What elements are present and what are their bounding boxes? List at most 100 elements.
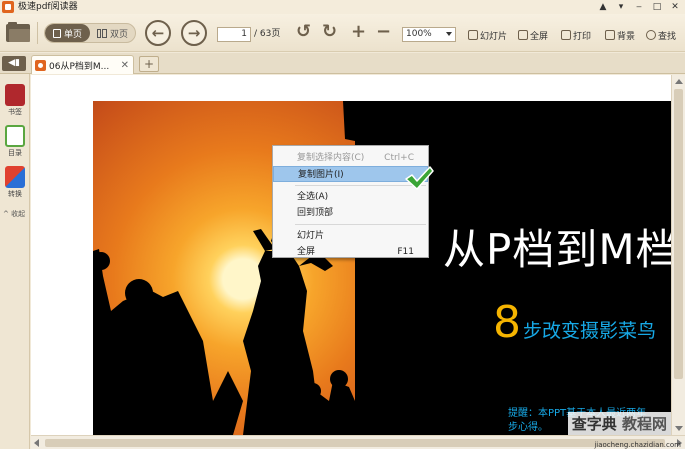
- slideshow-label: 幻灯片: [480, 31, 508, 42]
- zoom-in-icon[interactable]: +: [351, 22, 366, 42]
- printer-icon: [561, 30, 571, 40]
- horizontal-scrollbar[interactable]: jiaocheng.chazidian.com: [31, 435, 685, 449]
- context-menu: 复制选择内容(C) Ctrl+C 复制图片(I) 全选(A) 回到顶部 幻灯片 …: [272, 145, 429, 258]
- page-number-input[interactable]: 1: [217, 27, 251, 42]
- menu-item-fullscreen[interactable]: 全屏 F11: [273, 244, 428, 260]
- rotate-right-icon[interactable]: ↻: [322, 22, 337, 42]
- pdf-file-icon: [35, 59, 46, 71]
- menu-item-back-to-top[interactable]: 回到顶部: [273, 205, 428, 221]
- skin-icon[interactable]: ▲: [597, 0, 609, 14]
- page-total: / 63页: [254, 29, 281, 39]
- fullscreen-icon: [518, 30, 528, 40]
- double-page-button[interactable]: 双页: [90, 24, 135, 42]
- plus-icon: +: [143, 57, 155, 71]
- search-label: 查找: [658, 31, 677, 42]
- zoom-select[interactable]: 100%: [402, 27, 456, 42]
- zoom-value: 100%: [406, 29, 432, 39]
- minimize-button[interactable]: ‒: [633, 0, 645, 14]
- menu-item-copy-selection[interactable]: 复制选择内容(C) Ctrl+C: [273, 150, 428, 166]
- menu-item-label: 幻灯片: [297, 231, 325, 241]
- single-page-button[interactable]: 单页: [45, 24, 90, 42]
- menu-item-select-all[interactable]: 全选(A): [273, 189, 428, 205]
- toggle-sidebar-button[interactable]: ◀▮: [2, 56, 26, 71]
- toolbar: 单页 双页 ← → 1 / 63页 ↺ ↻ + − 100% 幻灯片 全屏 打印…: [0, 14, 685, 52]
- sidebar-item-label: 转换: [8, 190, 22, 198]
- new-tab-button[interactable]: +: [139, 56, 159, 72]
- menu-separator: [295, 224, 426, 225]
- chevron-down-icon: [446, 32, 452, 36]
- watermark-text: 查字典: [571, 415, 617, 433]
- tab-document[interactable]: 06从P档到M... ✕: [31, 55, 134, 74]
- scroll-thumb[interactable]: [45, 439, 665, 447]
- single-page-icon: [52, 28, 61, 38]
- sidebar-collapse-label: 收起: [11, 210, 26, 218]
- sidebar-item-toc[interactable]: 目录: [2, 125, 28, 158]
- tab-bar: ◀▮ 06从P档到M... ✕ +: [0, 53, 685, 74]
- slide-subtitle: 8 步改变摄影菜鸟: [493, 301, 656, 345]
- checkmark-icon: [405, 166, 434, 190]
- slide-subtitle-text: 步改变摄影菜鸟: [523, 320, 657, 342]
- bookmark-icon: [5, 84, 25, 106]
- zoom-out-icon[interactable]: −: [376, 22, 391, 42]
- menu-item-shortcut: F11: [397, 247, 414, 257]
- sidebar-collapse-icon: ◀▮: [8, 58, 20, 68]
- watermark-cn: 教程网: [621, 415, 667, 433]
- print-label: 打印: [573, 31, 592, 42]
- fullscreen-label: 全屏: [530, 31, 549, 42]
- search-icon: [646, 30, 656, 40]
- slideshow-button[interactable]: 幻灯片: [468, 28, 507, 42]
- table-of-contents-icon: [5, 125, 25, 147]
- menu-item-label: 全屏: [297, 247, 316, 257]
- scroll-down-icon[interactable]: [675, 426, 683, 431]
- toolbar-divider: [37, 22, 38, 44]
- menu-item-shortcut: Ctrl+C: [384, 153, 414, 163]
- sidebar-item-label: 目录: [8, 149, 22, 157]
- window-controls: ▲ ▾ ‒ □ ✕: [597, 0, 681, 14]
- app-logo-icon: [2, 1, 14, 13]
- menu-item-label: 复制选择内容(C): [297, 153, 365, 163]
- menu-icon[interactable]: ▾: [615, 0, 627, 14]
- sidebar-collapse-button[interactable]: ^ 收起: [3, 209, 25, 219]
- scroll-up-icon[interactable]: [675, 79, 683, 84]
- open-folder-icon[interactable]: [6, 22, 30, 42]
- scroll-thumb[interactable]: [674, 89, 683, 379]
- menu-item-label: 复制图片(I): [298, 170, 344, 180]
- rotate-left-icon[interactable]: ↺: [296, 22, 311, 42]
- vertical-scrollbar[interactable]: [671, 75, 685, 435]
- fullscreen-button[interactable]: 全屏: [518, 28, 548, 42]
- arrow-right-icon: →: [187, 24, 201, 42]
- slideshow-icon: [468, 30, 478, 40]
- left-sidebar: 书签 目录 转换 ^ 收起: [0, 74, 30, 449]
- close-button[interactable]: ✕: [669, 0, 681, 14]
- sidebar-item-convert[interactable]: 转换: [2, 166, 28, 199]
- slide-number: 8: [493, 297, 521, 348]
- search-button[interactable]: 查找: [646, 28, 676, 42]
- sidebar-item-label: 书签: [8, 108, 22, 116]
- window-title: 极速pdf阅读器: [18, 2, 78, 12]
- background-icon: [605, 30, 615, 40]
- double-page-icon: [96, 28, 107, 38]
- previous-page-button[interactable]: ←: [145, 20, 171, 46]
- double-page-label: 双页: [109, 29, 128, 40]
- maximize-button[interactable]: □: [651, 0, 663, 14]
- tab-label: 06从P档到M...: [49, 61, 110, 72]
- sidebar-item-bookmark[interactable]: 书签: [2, 84, 28, 117]
- chevron-up-icon: ^: [3, 210, 9, 218]
- view-mode-toggle: 单页 双页: [44, 23, 136, 43]
- close-icon[interactable]: ✕: [121, 60, 129, 71]
- scroll-left-icon[interactable]: [34, 439, 39, 447]
- watermark-url: jiaocheng.chazidian.com: [594, 441, 681, 449]
- background-button[interactable]: 背景: [605, 28, 635, 42]
- menu-item-label: 回到顶部: [297, 208, 334, 218]
- print-button[interactable]: 打印: [561, 28, 591, 42]
- title-bar: 极速pdf阅读器 ▲ ▾ ‒ □ ✕: [0, 0, 685, 14]
- next-page-button[interactable]: →: [181, 20, 207, 46]
- background-label: 背景: [617, 31, 636, 42]
- menu-item-label: 全选(A): [297, 192, 329, 202]
- slide-title: 从P档到M档: [443, 225, 671, 274]
- arrow-left-icon: ←: [151, 24, 165, 42]
- watermark: 查字典 教程网: [567, 412, 671, 435]
- menu-item-slideshow[interactable]: 幻灯片: [273, 228, 428, 244]
- single-page-label: 单页: [63, 29, 82, 40]
- convert-icon: [5, 166, 25, 188]
